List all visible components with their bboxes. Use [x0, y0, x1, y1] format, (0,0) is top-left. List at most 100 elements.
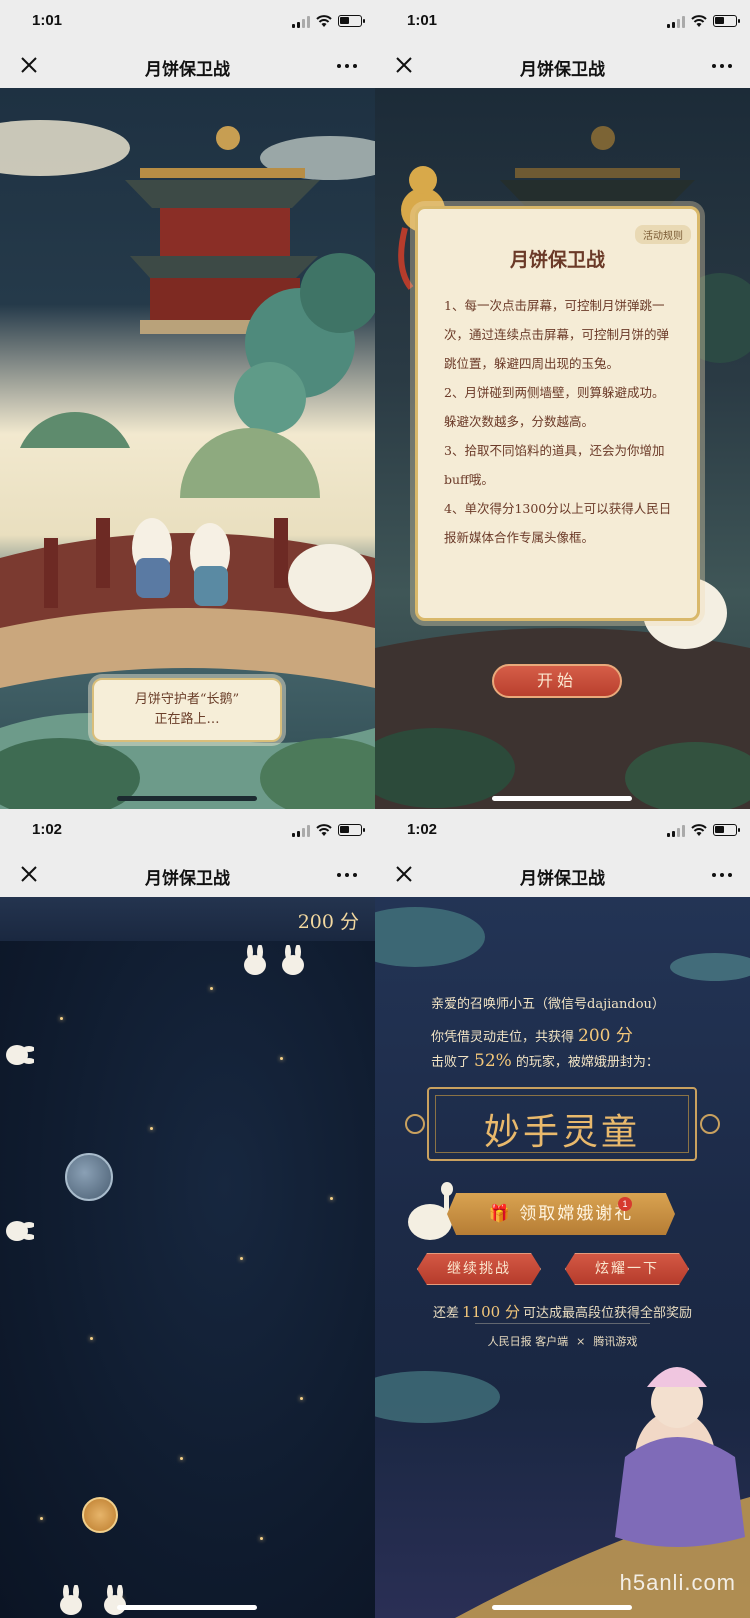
remain-post: 可达成最高段位获得全部奖励: [522, 1306, 692, 1321]
screen-loading: 1:01 月饼保卫战 月饼守护者“长鹅” 正在路上…: [0, 0, 375, 809]
loading-line-1: 月饼守护者“长鹅”: [134, 692, 240, 707]
partner-logos: 人民日报 客户端 × 腾讯游戏: [375, 1333, 750, 1349]
greeting-line: 亲爱的召唤师小五（微信号dajiandou）: [431, 993, 665, 1012]
start-button[interactable]: 开始: [492, 664, 622, 698]
page-title: 月饼保卫战: [145, 60, 230, 80]
star: [280, 1057, 283, 1060]
page-title: 月饼保卫战: [145, 869, 230, 889]
game-canvas[interactable]: 200 分: [0, 897, 375, 1618]
rule-item: 3、拾取不同馅料的道具，还会为你增加buff哦。: [444, 443, 665, 487]
score-line: 你凭借灵动走位，共获得 200 分: [431, 1021, 637, 1046]
more-icon[interactable]: [337, 873, 357, 878]
screen-gameplay: 1:02 月饼保卫战 200 分: [0, 809, 375, 1618]
status-time: 1:01: [407, 12, 438, 29]
star: [330, 1197, 333, 1200]
status-bar: 1:02: [0, 809, 375, 853]
nav-bar: 月饼保卫战: [0, 853, 375, 897]
more-icon[interactable]: [712, 873, 732, 878]
wifi-icon: [316, 824, 332, 836]
remaining-hint: 还差 1100 分可达成最高段位获得全部奖励: [375, 1301, 750, 1322]
star: [260, 1537, 263, 1540]
wifi-icon: [691, 15, 707, 27]
result-scene: 亲爱的召唤师小五（微信号dajiandou） 你凭借灵动走位，共获得 200 分 …: [375, 897, 750, 1618]
signal-icon: [292, 825, 310, 837]
honor-title: 妙手灵童: [483, 1112, 640, 1153]
battery-icon: [713, 824, 740, 836]
continue-button[interactable]: 继续挑战: [417, 1253, 541, 1285]
home-indicator: [492, 1605, 632, 1610]
status-time: 1:01: [32, 12, 63, 29]
rank-pre: 击败了: [431, 1055, 471, 1070]
nav-bar: 月饼保卫战: [375, 44, 750, 88]
rabbit-obstacle: [244, 945, 266, 975]
notification-badge: 1: [618, 1197, 632, 1211]
star: [180, 1457, 183, 1460]
signal-icon: [667, 16, 685, 28]
loading-message: 月饼守护者“长鹅” 正在路上…: [92, 678, 282, 742]
partner-b-logo: 腾讯游戏: [593, 1335, 638, 1348]
final-score: 200 分: [578, 1026, 633, 1046]
star: [240, 1257, 243, 1260]
claim-gift-label: 领取嫦娥谢礼: [519, 1204, 634, 1224]
battery-icon: [338, 15, 365, 27]
status-bar: 1:01: [0, 0, 375, 44]
wifi-icon: [316, 15, 332, 27]
home-indicator: [117, 1605, 257, 1610]
more-icon[interactable]: [337, 64, 357, 69]
page-title: 月饼保卫战: [520, 869, 605, 889]
signal-icon: [667, 825, 685, 837]
page-title: 月饼保卫战: [520, 60, 605, 80]
star: [60, 1017, 63, 1020]
rabbit-obstacle: [6, 1045, 34, 1065]
partner-separator: ×: [576, 1335, 586, 1348]
rules-title: 月饼保卫战: [509, 249, 605, 271]
rabbit-obstacle: [104, 1585, 126, 1615]
status-bar: 1:01: [375, 0, 750, 44]
star: [40, 1517, 43, 1520]
remain-value: 1100 分: [462, 1303, 520, 1321]
rabbit-obstacle: [282, 945, 304, 975]
screen-rules: 1:01 月饼保卫战 活动规则 月饼保卫战 1、每一次点击屏幕，可控制月饼弹跳一…: [375, 0, 750, 809]
nav-bar: 月饼保卫战: [375, 853, 750, 897]
wifi-icon: [691, 824, 707, 836]
score-display: 200 分: [297, 911, 359, 933]
star: [150, 1127, 153, 1130]
rules-list: 1、每一次点击屏幕，可控制月饼弹跳一次，通过连续点击屏幕，可控制月饼的弹跳位置，…: [444, 291, 675, 552]
home-indicator: [492, 796, 632, 801]
nav-bar: 月饼保卫战: [0, 44, 375, 88]
status-time: 1:02: [32, 821, 63, 838]
rabbit-obstacle: [6, 1221, 34, 1241]
partner-a-logo: 人民日报 客户端: [487, 1335, 569, 1348]
star: [90, 1337, 93, 1340]
status-bar: 1:02: [375, 809, 750, 853]
screen-result: 1:02 月饼保卫战 亲爱的召唤师小五（微信号dajiandou） 你凭借灵动走…: [375, 809, 750, 1618]
watermark: h5anli.com: [619, 1570, 736, 1595]
rules-tag: 活动规则: [635, 225, 691, 244]
star: [210, 987, 213, 990]
rank-post: 的玩家，被嫦娥册封为：: [515, 1055, 659, 1070]
rules-dialog: 活动规则 月饼保卫战 1、每一次点击屏幕，可控制月饼弹跳一次，通过连续点击屏幕，…: [415, 206, 700, 621]
status-time: 1:02: [407, 821, 438, 838]
honor-title-frame: 妙手灵童: [427, 1087, 697, 1161]
star: [300, 1397, 303, 1400]
loading-line-2: 正在路上…: [154, 712, 220, 727]
remain-pre: 还差: [433, 1306, 460, 1321]
rule-item: 4、单次得分1300分以上可以获得人民日报新媒体合作专属头像框。: [444, 501, 672, 545]
battery-icon: [713, 15, 740, 27]
loading-scene: 月饼守护者“长鹅” 正在路上…: [0, 88, 375, 809]
claim-gift-button[interactable]: 🎁 领取嫦娥谢礼: [447, 1193, 675, 1235]
more-icon[interactable]: [712, 64, 732, 69]
share-button[interactable]: 炫耀一下: [565, 1253, 689, 1285]
greeting-text: 亲爱的召唤师小五（微信号dajiandou）: [431, 997, 665, 1012]
rule-item: 1、每一次点击屏幕，可控制月饼弹跳一次，通过连续点击屏幕，可控制月饼的弹跳位置，…: [444, 298, 670, 371]
rabbit-obstacle: [60, 1585, 82, 1615]
divider: [475, 1323, 650, 1324]
gift-icon: 🎁: [488, 1204, 512, 1224]
rule-item: 2、月饼碰到两侧墙壁，则算躲避成功。躲避次数越多，分数越高。: [444, 385, 665, 429]
rank-line: 击败了 52% 的玩家，被嫦娥册封为：: [431, 1051, 659, 1071]
home-indicator: [117, 796, 257, 801]
battery-icon: [338, 824, 365, 836]
filling-powerup-icon: [65, 1153, 113, 1201]
score-bar: 200 分: [0, 897, 375, 941]
beat-percent: 52%: [474, 1051, 512, 1071]
